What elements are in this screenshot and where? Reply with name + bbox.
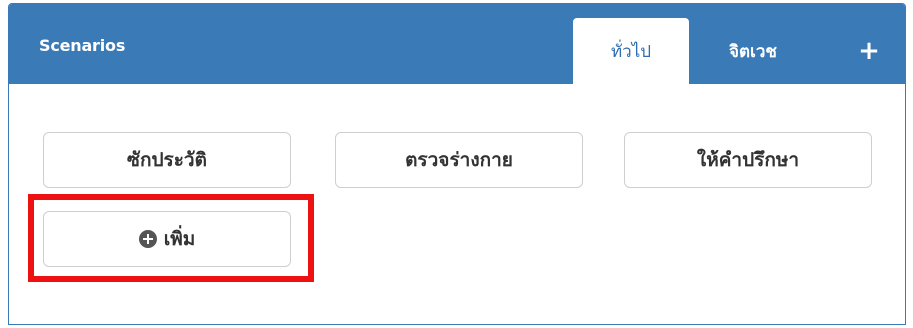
tab-general[interactable]: ทั่วไป <box>573 18 689 84</box>
highlight-box <box>28 194 314 282</box>
scenario-button-physical-exam[interactable]: ตรวจร่างกาย <box>335 132 583 188</box>
scenario-button-counseling[interactable]: ให้คำปรึกษา <box>624 132 872 188</box>
panel-title: Scenarios <box>39 36 126 55</box>
add-tab-button[interactable]: + <box>844 18 894 84</box>
tab-psychiatry[interactable]: จิตเวช <box>699 18 807 84</box>
scenario-button-history[interactable]: ซักประวัติ <box>43 132 291 188</box>
panel-header: Scenarios ทั่วไป จิตเวช + <box>9 4 905 84</box>
